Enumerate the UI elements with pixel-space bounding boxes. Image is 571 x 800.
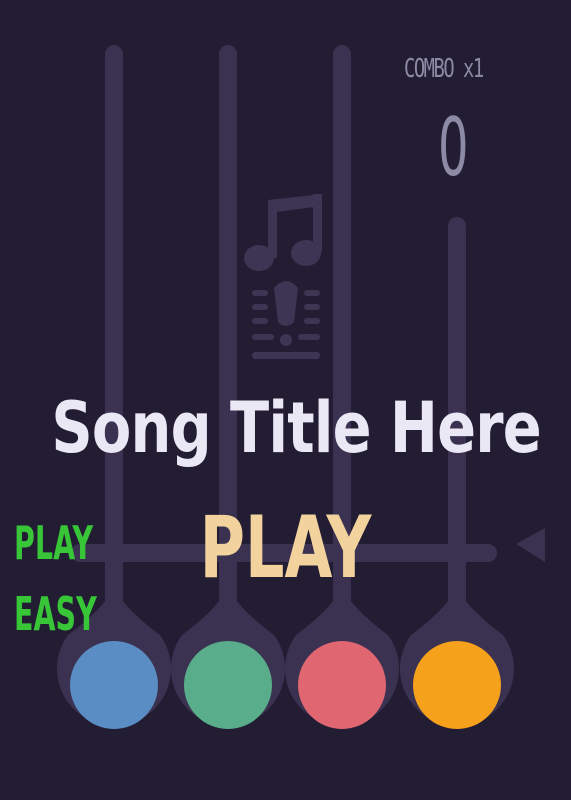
score-display: 0: [438, 101, 469, 194]
red-button[interactable]: [298, 641, 386, 729]
play-button[interactable]: PLAY: [80, 505, 491, 591]
difficulty-button[interactable]: EASY: [14, 591, 97, 637]
song-title: Song Title Here: [51, 387, 541, 469]
lane-pointer-icon: [516, 528, 545, 562]
music-note-icon: [244, 194, 322, 271]
green-button[interactable]: [184, 641, 272, 729]
microphone-icon: [252, 281, 320, 359]
combo-counter: COMBO x1: [404, 54, 484, 84]
blue-button[interactable]: [70, 641, 158, 729]
orange-button[interactable]: [413, 641, 501, 729]
side-play-button[interactable]: PLAY: [14, 520, 93, 566]
